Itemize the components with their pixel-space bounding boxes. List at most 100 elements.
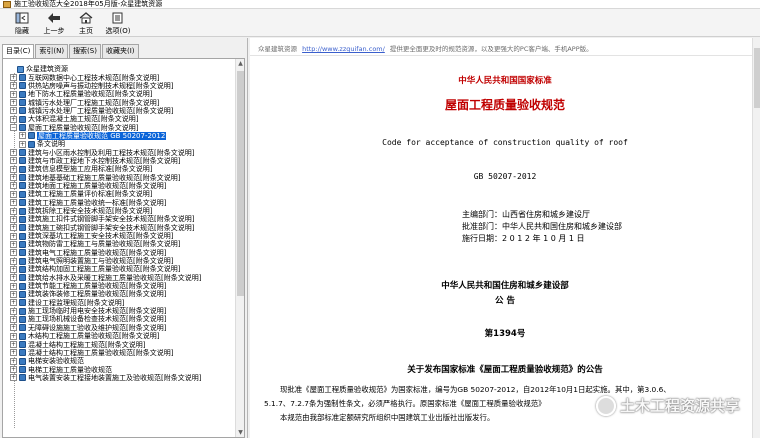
source-link[interactable]: http://www.zzguifan.com/: [302, 45, 385, 53]
expand-icon[interactable]: +: [10, 307, 17, 315]
book-icon: [19, 99, 26, 107]
tree-item[interactable]: + 电气装置安装工程接地装置施工及验收规范[附条文说明]: [3, 374, 235, 382]
expand-icon[interactable]: +: [10, 299, 17, 307]
expand-icon[interactable]: +: [10, 182, 17, 190]
notice-paragraph-2: 5.1.7、7.2.7条为强制性条文，必须严格执行。原国家标准《屋面工程质量验收…: [264, 399, 546, 408]
english-title: Code for acceptance of construction qual…: [382, 138, 628, 147]
tree-item[interactable]: + 建筑工程施工质量评价标准[附条文说明]: [3, 190, 235, 198]
tree-item[interactable]: + 建设工程监理规范[附条文说明]: [3, 299, 235, 307]
expand-icon[interactable]: +: [10, 232, 17, 240]
tree-item[interactable]: + 建筑施工扣件式钢管脚手架安全技术规范[附条文说明]: [3, 215, 235, 223]
book-icon: [19, 124, 26, 132]
expand-icon[interactable]: +: [10, 240, 17, 248]
expand-icon[interactable]: +: [10, 190, 17, 198]
tree-item[interactable]: − 屋面工程质量验收规范[附条文说明]: [3, 123, 235, 132]
expand-icon[interactable]: +: [10, 115, 17, 123]
tree-item[interactable]: + 大体积混凝土施工规范[附条文说明]: [3, 115, 235, 123]
expand-icon[interactable]: +: [10, 90, 17, 98]
expand-icon[interactable]: +: [10, 265, 17, 273]
tree-item[interactable]: + 互联网数据中心工程技术规范[附条文说明]: [3, 73, 235, 82]
expand-icon[interactable]: +: [10, 207, 17, 215]
book-icon: [19, 157, 26, 165]
expand-icon[interactable]: +: [10, 341, 17, 349]
expand-icon[interactable]: +: [10, 366, 17, 374]
scroll-up-icon[interactable]: ▲: [236, 59, 244, 68]
tree-item[interactable]: + 建筑工程施工质量验收统一标准[附条文说明]: [3, 199, 235, 207]
tree-scrollbar[interactable]: ▲ ▼: [235, 59, 244, 437]
options-button[interactable]: 选项(O): [102, 9, 134, 37]
tree-item[interactable]: + 混凝土结构工程施工质量验收规范[附条文说明]: [3, 349, 235, 357]
tree-item[interactable]: + 建筑信息模型施工应用标准[附条文说明]: [3, 165, 235, 173]
document-scrollbar[interactable]: [752, 38, 760, 438]
tree-item[interactable]: + 城镇污水处理厂工程施工规范[附条文说明]: [3, 98, 235, 107]
source-line: 众星建筑资源 http://www.zzguifan.com/ 提供更全面更及时…: [258, 43, 593, 53]
expand-icon[interactable]: +: [10, 357, 17, 365]
expand-icon[interactable]: +: [10, 324, 17, 332]
tree-item[interactable]: + 建筑电气工程施工质量验收规范[附条文说明]: [3, 249, 235, 257]
book-icon: [19, 82, 26, 90]
expand-icon[interactable]: +: [10, 165, 17, 173]
expand-icon[interactable]: +: [19, 132, 26, 140]
tree-item[interactable]: + 建筑与市政工程地下水控制技术规范[附条文说明]: [3, 157, 235, 165]
tree-item[interactable]: + 电梯工程施工质量验收规范: [3, 365, 235, 374]
expand-icon[interactable]: +: [10, 249, 17, 257]
scroll-down-icon[interactable]: ▼: [236, 428, 244, 437]
expand-icon[interactable]: +: [10, 199, 17, 207]
tab-favorites[interactable]: 收藏夹(I): [101, 44, 139, 58]
expand-icon[interactable]: +: [10, 315, 17, 323]
tree-item[interactable]: + 混凝土结构工程施工规范[附条文说明]: [3, 340, 235, 349]
tree-item[interactable]: + 无障碍设施施工验收及维护规范[附条文说明]: [3, 324, 235, 332]
tree-item[interactable]: + 建筑物防雷工程施工与质量验收规范[附条文说明]: [3, 240, 235, 248]
tree-item[interactable]: + 木结构工程施工质量验收规范[附条文说明]: [3, 332, 235, 340]
tab-search[interactable]: 搜索(S): [69, 44, 101, 58]
tree-item[interactable]: + 建筑深基坑工程施工安全技术规范[附条文说明]: [3, 232, 235, 240]
tree-item[interactable]: + 建筑施工碗扣式钢管脚手架安全技术规范[附条文说明]: [3, 224, 235, 232]
document-scroll-thumb[interactable]: [754, 48, 760, 108]
expand-icon[interactable]: +: [10, 290, 17, 298]
tree-item[interactable]: + 建筑装饰装修工程质量验收规范[附条文说明]: [3, 290, 235, 298]
tree-item[interactable]: + 条文说明: [3, 140, 235, 148]
tree-item[interactable]: + 建筑给水排水及采暖工程施工质量验收规范[附条文说明]: [3, 274, 235, 282]
tab-index[interactable]: 索引(N): [35, 44, 69, 58]
back-button[interactable]: 上一步: [38, 9, 70, 37]
tree-item[interactable]: + 城镇污水处理厂工程质量验收规范[附条文说明]: [3, 107, 235, 115]
tree-item[interactable]: + 电梯安装验收规范: [3, 357, 235, 365]
tree-item[interactable]: + 建筑与小区雨水控制及利用工程技术规范[附条文说明]: [3, 148, 235, 157]
expand-icon[interactable]: +: [10, 99, 17, 107]
tree-item-selected[interactable]: + 屋面工程质量验收规范 GB 50207-2012: [3, 131, 235, 140]
expand-icon[interactable]: +: [10, 149, 17, 157]
tree-item[interactable]: + 建筑电气照明装置施工与验收规范[附条文说明]: [3, 257, 235, 265]
expand-icon[interactable]: +: [10, 174, 17, 182]
expand-icon[interactable]: +: [10, 157, 17, 165]
tree-item-label: 建筑施工扣件式钢管脚手架安全技术规范[附条文说明]: [28, 215, 195, 224]
expand-icon[interactable]: +: [10, 332, 17, 340]
hide-button[interactable]: 隐藏: [6, 9, 38, 37]
expand-icon[interactable]: +: [10, 274, 17, 282]
tree-item[interactable]: + 供热站房噪声与振动控制技术规程[附条文说明]: [3, 82, 235, 90]
tree-item[interactable]: + 建筑结构加固工程施工质量验收规范[附条文说明]: [3, 265, 235, 273]
tree-item[interactable]: + 建筑拆除工程安全技术规范[附条文说明]: [3, 207, 235, 215]
expand-icon[interactable]: +: [10, 82, 17, 90]
announcement-number: 第1394号: [484, 329, 526, 339]
expand-icon[interactable]: +: [10, 107, 17, 115]
expand-icon[interactable]: +: [19, 140, 26, 148]
home-button[interactable]: 主页: [70, 9, 102, 37]
expand-icon[interactable]: +: [10, 257, 17, 265]
expand-icon[interactable]: +: [10, 282, 17, 290]
collapse-icon[interactable]: −: [10, 124, 17, 132]
expand-icon[interactable]: +: [10, 349, 17, 357]
tree-item[interactable]: + 地下防水工程质量验收规范[附条文说明]: [3, 90, 235, 98]
expand-icon[interactable]: +: [10, 224, 17, 232]
expand-icon[interactable]: +: [10, 374, 17, 382]
tree-item[interactable]: + 建筑地基基础工程施工质量验收规范[附条文说明]: [3, 173, 235, 182]
scroll-thumb[interactable]: [237, 71, 244, 296]
tree-item-label: 建筑施工碗扣式钢管脚手架安全技术规范[附条文说明]: [28, 223, 195, 232]
tree-item[interactable]: 众星建筑资源: [3, 65, 235, 73]
expand-icon[interactable]: +: [10, 74, 17, 82]
expand-icon[interactable]: +: [10, 215, 17, 223]
tree-item[interactable]: + 施工现场机械设备检查技术规范[附条文说明]: [3, 315, 235, 323]
tab-contents[interactable]: 目录(C): [2, 44, 35, 59]
book-icon: [28, 140, 35, 148]
book-icon: [19, 182, 26, 190]
tree-item[interactable]: + 建筑地面工程施工质量验收规范[附条文说明]: [3, 182, 235, 190]
